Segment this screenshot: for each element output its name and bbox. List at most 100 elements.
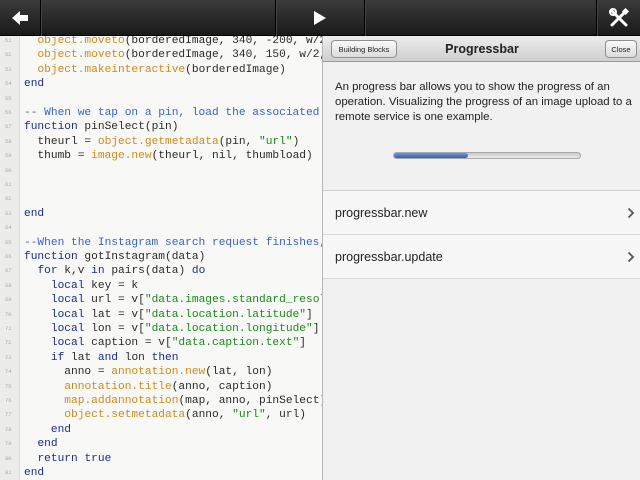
line-number: 51 — [5, 37, 12, 44]
code-line[interactable]: 74 anno = annotation.new(lat, lon) — [0, 365, 322, 379]
line-number: 53 — [5, 65, 12, 73]
code-token: pairs(data) — [104, 265, 192, 278]
code-line[interactable]: 79 end — [0, 437, 322, 451]
code-token: image.new — [91, 150, 152, 163]
code-line[interactable]: 71 local lon = v["data.location.longitud… — [0, 322, 322, 336]
code-line[interactable]: 52 object.moveto(borderedImage, 340, 150… — [0, 48, 322, 62]
code-token: end — [50, 423, 72, 436]
building-blocks-back-button[interactable]: Building Blocks — [331, 40, 397, 58]
line-number: 61 — [5, 181, 12, 188]
code-token: "data.location.longitude" — [144, 323, 313, 335]
toolbar-separator — [40, 0, 41, 36]
run-button[interactable] — [276, 0, 364, 36]
code-line[interactable]: 64 — [0, 221, 322, 235]
code-line[interactable]: 70 local lat = v["data.location.latitude… — [0, 308, 322, 322]
play-icon — [314, 11, 326, 25]
code-text: end — [20, 423, 71, 437]
list-item-label: progressbar.update — [335, 249, 443, 264]
code-line[interactable]: 66 function gotInstagram(data) — [0, 250, 322, 264]
code-line[interactable]: 76 map.addannotation(map, anno, pinSelec… — [0, 394, 322, 408]
code-token: (pin, — [218, 135, 260, 148]
code-line[interactable]: 55 — [0, 92, 322, 106]
code-token: local — [50, 294, 85, 307]
code-text: object.moveto(borderedImage, 340, 150, w… — [20, 48, 322, 62]
code-token: local — [50, 337, 85, 350]
back-button[interactable] — [0, 0, 40, 36]
code-line[interactable]: 58 theurl = object.getmetadata(pin, "url… — [0, 135, 322, 149]
code-token: ) — [292, 135, 300, 148]
code-token: ] — [312, 323, 320, 335]
code-token: k,v — [57, 265, 92, 278]
code-text: anno = annotation.new(lat, lon) — [20, 365, 272, 379]
code-line[interactable]: 54 end — [0, 77, 322, 91]
code-line[interactable]: 67 for k,v in pairs(data) do — [0, 264, 322, 278]
code-token: (anno, — [185, 409, 233, 422]
code-text: end — [20, 77, 44, 91]
code-token: (borderedImage, 340, -200, w/2, h — [124, 36, 322, 47]
code-line[interactable]: 51 object.moveto(borderedImage, 340, -20… — [0, 36, 322, 48]
code-token: local — [50, 308, 85, 321]
close-button[interactable]: Close — [605, 40, 637, 58]
code-line[interactable]: 81 end — [0, 466, 322, 480]
chevron-right-icon — [627, 207, 635, 219]
code-line[interactable]: 80 return true — [0, 452, 322, 466]
code-line[interactable]: 69 local url = v["data.images.standard_r… — [0, 293, 322, 307]
code-token: , url) — [265, 409, 307, 422]
code-text: thumb = image.new(theurl, nil, thumbload… — [20, 149, 312, 163]
code-token: end — [24, 78, 45, 91]
top-toolbar — [0, 0, 640, 36]
code-token: annotation.title — [64, 380, 172, 393]
list-item-progressbar-update[interactable]: progressbar.update — [323, 235, 640, 279]
line-number: 69 — [5, 296, 12, 304]
documentation-panel: Building Blocks Progressbar Close An pro… — [322, 36, 640, 480]
code-token: ] — [306, 308, 313, 321]
code-line[interactable]: 62 — [0, 192, 322, 206]
code-token: object.makeinteractive — [37, 63, 186, 76]
line-number: 80 — [5, 454, 12, 462]
code-line[interactable]: 65 --When the Instagram search request fi… — [0, 236, 322, 250]
code-token: lon — [118, 351, 152, 364]
code-line[interactable]: 77 object.setmetadata(anno, "url", url) — [0, 408, 322, 422]
code-line[interactable]: 72 local caption = v["data.caption.text"… — [0, 336, 322, 350]
code-token: (map, anno, pinSelect) — [178, 395, 322, 407]
code-line[interactable]: 63 end — [0, 207, 322, 221]
progress-bar-fill — [394, 153, 469, 158]
code-line[interactable]: 61 — [0, 178, 322, 192]
line-number: 73 — [5, 353, 12, 361]
code-text: object.moveto(borderedImage, 340, -200, … — [20, 36, 322, 48]
code-token: theurl = — [24, 135, 98, 148]
tools-button[interactable] — [597, 0, 640, 36]
left-arrow-icon — [12, 11, 28, 25]
code-line[interactable]: 78 end — [0, 423, 322, 437]
code-editor[interactable]: 51 object.moveto(borderedImage, 340, -20… — [0, 36, 322, 480]
code-line[interactable]: 73 if lat and lon then — [0, 351, 322, 365]
code-line[interactable]: 60 — [0, 164, 322, 178]
code-text: function pinSelect(pin) — [20, 120, 178, 134]
code-text: function gotInstagram(data) — [20, 250, 205, 264]
line-number: 68 — [5, 281, 12, 289]
code-line[interactable]: 53 object.makeinteractive(borderedImage) — [0, 63, 322, 77]
wrench-screwdriver-icon — [608, 8, 629, 27]
code-token: (borderedImage) — [185, 63, 286, 76]
code-text: -- When we tap on a pin, load the associ… — [20, 106, 322, 120]
code-line[interactable]: 75 annotation.title(anno, caption) — [0, 380, 322, 394]
code-token: object.getmetadata — [97, 135, 219, 148]
code-token: return — [37, 452, 78, 465]
code-line[interactable]: 56 -- When we tap on a pin, load the asso… — [0, 106, 322, 120]
line-number: 64 — [5, 224, 12, 232]
list-item-progressbar-new[interactable]: progressbar.new — [323, 191, 640, 235]
code-token: if — [50, 351, 65, 364]
code-line[interactable]: 59 thumb = image.new(theurl, nil, thumbl… — [0, 149, 322, 163]
code-text: map.addannotation(map, anno, pinSelect) — [20, 394, 322, 408]
code-text: theurl = object.getmetadata(pin, "url") — [20, 135, 299, 149]
code-line[interactable]: 68 local key = k — [0, 279, 322, 293]
code-line[interactable]: 57 function pinSelect(pin) — [0, 120, 322, 134]
